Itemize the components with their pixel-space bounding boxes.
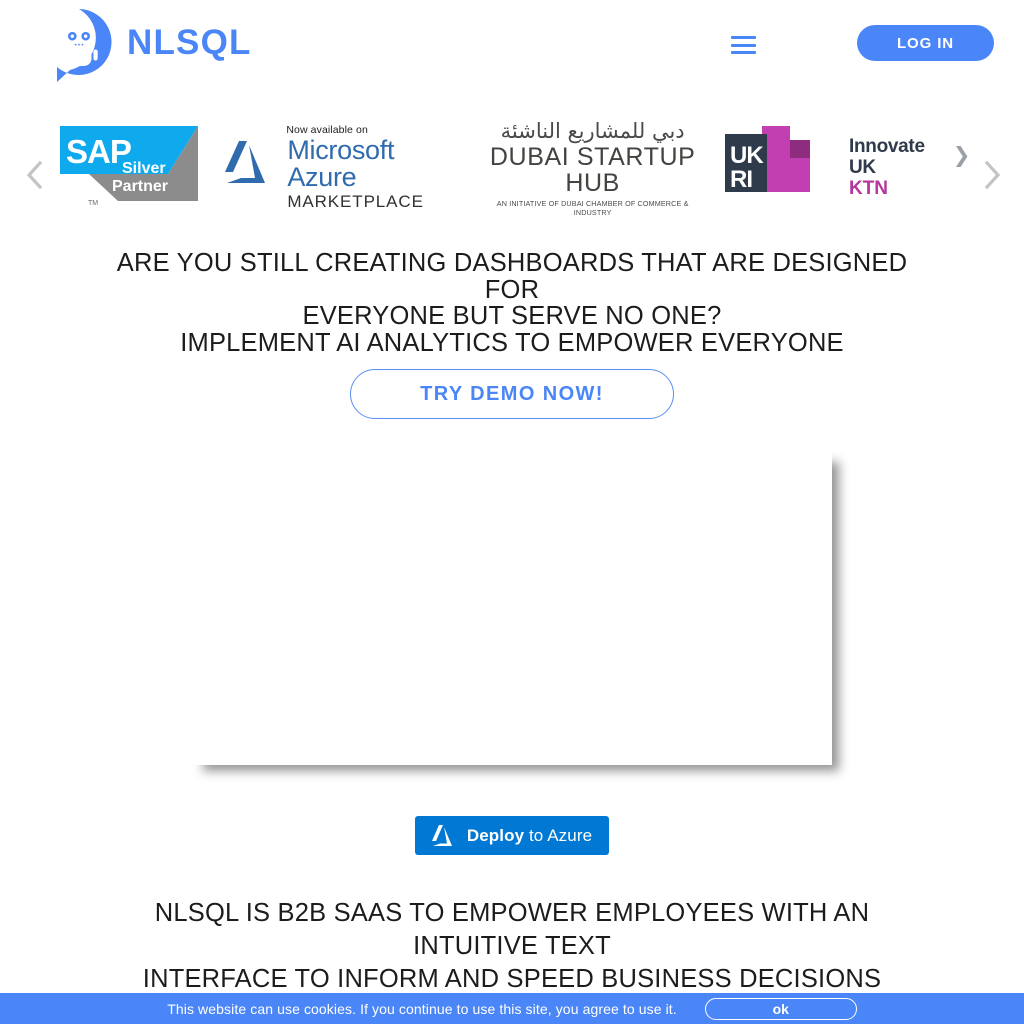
hamburger-bar — [731, 51, 756, 54]
video-embed-panel[interactable] — [192, 452, 832, 765]
brand-name: NLSQL — [127, 22, 252, 62]
carousel-next-button[interactable] — [975, 158, 1009, 192]
headline-line: EVERYONE BUT SERVE NO ONE? — [302, 302, 722, 330]
chevron-left-icon — [25, 160, 45, 190]
azure-logo-icon — [431, 824, 458, 848]
deploy-azure-label: Deploy to Azure — [467, 826, 592, 846]
svg-text:TM: TM — [88, 200, 98, 207]
deploy-word: Deploy — [466, 825, 525, 845]
innovate-uk-title-text: Innovate UK — [848, 135, 925, 178]
chatbot-robot-bubble-icon — [44, 7, 114, 82]
cookie-message: This website can use cookies. If you con… — [167, 1000, 677, 1017]
partner-logo-carousel: SAP Silver Partner TM Now available on M… — [0, 110, 1024, 225]
chevron-right-icon — [982, 160, 1002, 190]
microsoft-azure-marketplace-logo: Now available on Microsoft Azure MARKETP… — [225, 124, 460, 212]
svg-text:Silver: Silver — [122, 160, 166, 177]
ukri-innovate-uk-ktn-logo: UK RI Innovate UK ❯ KTN — [724, 126, 971, 209]
svg-text:UK: UK — [730, 142, 764, 169]
site-header: NLSQL LOG IN — [0, 0, 1024, 93]
hero-headline: ARE YOU STILL CREATING DASHBOARDS THAT A… — [112, 250, 912, 356]
azure-subtitle-text: MARKETPLACE — [287, 191, 424, 211]
azure-kicker-text: Now available on — [286, 123, 368, 136]
carousel-slide-dubai-startup-hub[interactable]: دبي للمشاريع الناشئة DUBAI STARTUP HUB A… — [488, 118, 698, 218]
carousel-slide-sap[interactable]: SAP Silver Partner TM — [60, 126, 198, 209]
deploy-to-azure-button[interactable]: Deploy to Azure — [415, 816, 609, 855]
hamburger-menu-icon[interactable] — [731, 34, 756, 56]
sap-silver-partner-logo: SAP Silver Partner TM — [60, 126, 198, 209]
login-button[interactable]: LOG IN — [857, 25, 994, 61]
hamburger-bar — [731, 43, 756, 47]
azure-title-text: Microsoft Azure — [287, 134, 395, 193]
ktn-subtitle-text: KTN — [848, 178, 889, 200]
headline-line: ARE YOU STILL CREATING DASHBOARDS THAT A… — [116, 249, 908, 304]
azure-logo-icon — [225, 139, 279, 187]
carousel-slide-innovate-uk-ktn[interactable]: UK RI Innovate UK ❯ KTN — [724, 126, 971, 209]
dubai-startup-hub-logo: دبي للمشاريع الناشئة DUBAI STARTUP HUB A… — [488, 118, 698, 218]
dubai-tagline-text: AN INITIATIVE OF DUBAI CHAMBER OF COMMER… — [496, 199, 689, 218]
dubai-title-text: DUBAI STARTUP HUB — [489, 142, 696, 198]
about-line: NLSQL IS B2B SAAS TO EMPOWER EMPLOYEES W… — [154, 899, 870, 960]
cookie-consent-banner: This website can use cookies. If you con… — [0, 993, 1024, 1024]
carousel-prev-button[interactable] — [18, 158, 52, 192]
dubai-arabic-text: دبي للمشاريع الناشئة — [500, 118, 685, 143]
cookie-ok-button[interactable]: ok — [704, 997, 857, 1020]
to-azure-words: to Azure — [524, 825, 593, 845]
brand-logo[interactable]: NLSQL — [44, 7, 252, 82]
try-demo-button[interactable]: TRY DEMO NOW! — [350, 369, 674, 419]
carousel-slide-azure-marketplace[interactable]: Now available on Microsoft Azure MARKETP… — [225, 124, 460, 212]
ukri-mark-icon: UK RI — [724, 126, 840, 209]
headline-line: IMPLEMENT AI ANALYTICS TO EMPOWER EVERYO… — [180, 328, 844, 357]
carousel-track: SAP Silver Partner TM Now available on M… — [60, 110, 970, 225]
chevron-right-icon: ❯ — [952, 144, 971, 168]
svg-text:RI: RI — [730, 166, 752, 193]
landing-page: NLSQL LOG IN SAP Silver Partner TM Now a… — [0, 0, 1024, 1024]
svg-text:Partner: Partner — [112, 178, 168, 195]
hamburger-bar — [731, 36, 756, 39]
